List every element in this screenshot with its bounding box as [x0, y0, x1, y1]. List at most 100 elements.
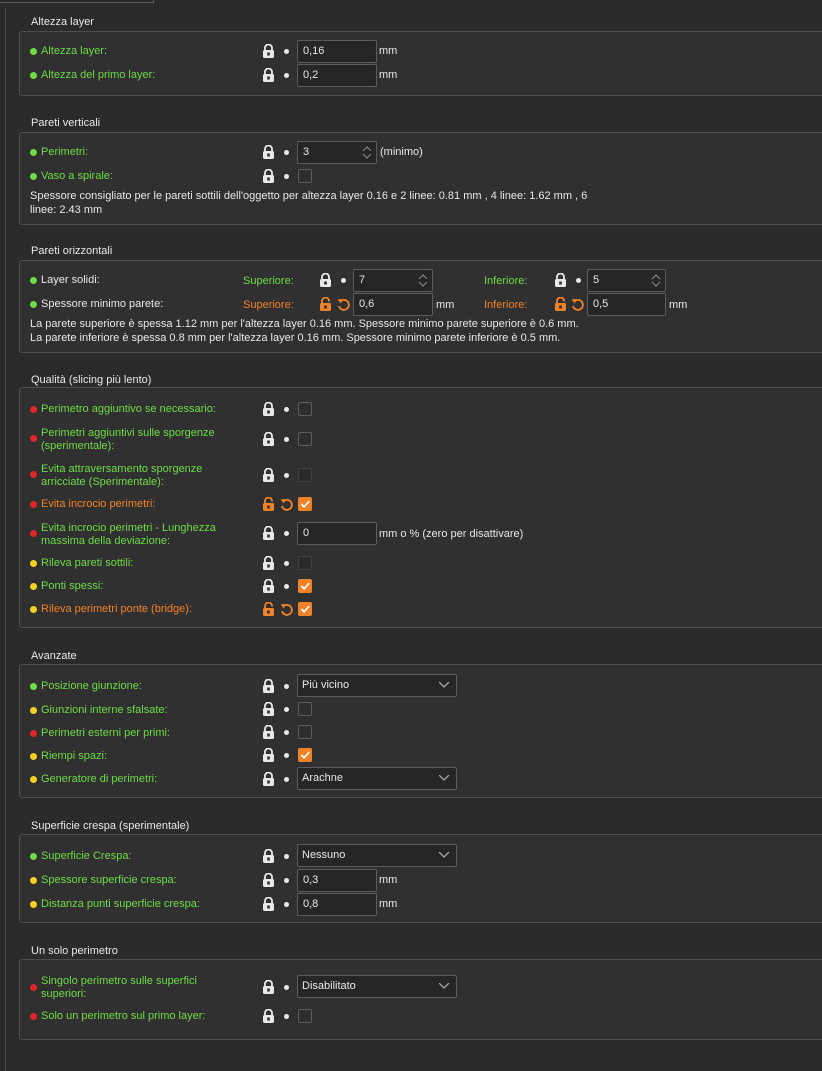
bullet-icon — [30, 984, 37, 991]
thick-bridges-checkbox[interactable] — [298, 579, 312, 593]
first-layer-height-input[interactable]: 0,2 — [297, 64, 377, 87]
lock-closed-icon[interactable] — [262, 579, 275, 593]
lock-closed-icon[interactable] — [262, 556, 275, 570]
lock-closed-icon[interactable] — [262, 1009, 275, 1023]
min-shell-thickness-label: Spessore minimo parete: — [41, 298, 164, 310]
undo-arrow-icon[interactable] — [280, 497, 293, 511]
top-surfaces-single-perimeter-select[interactable]: Disabilitato — [297, 975, 457, 998]
lock-closed-icon[interactable] — [262, 44, 275, 58]
max-detour-unit: mm o % (zero per disattivare) — [379, 528, 524, 540]
first-layer-single-perimeter-checkbox[interactable] — [298, 1009, 312, 1023]
lock-closed-icon[interactable] — [262, 702, 275, 716]
lock-closed-icon[interactable] — [262, 725, 275, 739]
label-line-1: Singolo perimetro sulle superfici — [41, 975, 197, 987]
spin-arrows-icon[interactable] — [650, 272, 662, 289]
fuzzy-skin-select[interactable]: Nessuno — [297, 844, 457, 867]
layer-height-input[interactable]: 0,16 — [297, 40, 377, 63]
lock-open-icon[interactable] — [262, 497, 275, 511]
section-title-vertical-shells: Pareti verticali — [31, 117, 101, 129]
fuzzy-skin-value: Nessuno — [302, 849, 346, 861]
spin-arrows-icon[interactable] — [417, 272, 429, 289]
lock-closed-icon[interactable] — [262, 980, 275, 994]
system-value-dot-icon — [284, 753, 289, 758]
bridge-perimeters-label: Rileva perimetri ponte (bridge): — [41, 603, 193, 615]
extra-perimeters-overhangs-checkbox[interactable] — [298, 432, 312, 446]
system-value-dot-icon — [284, 174, 289, 179]
bullet-icon — [30, 560, 37, 567]
lock-closed-icon[interactable] — [262, 897, 275, 911]
avoid-crossing-perimeters-checkbox[interactable] — [298, 497, 312, 511]
lock-closed-icon[interactable] — [262, 468, 275, 482]
fuzzy-point-distance-input[interactable]: 0,8 — [297, 893, 377, 916]
lock-closed-icon[interactable] — [319, 273, 332, 287]
system-value-dot-icon — [284, 1014, 289, 1019]
bottom-solid-layers-spinner[interactable]: 5 — [587, 269, 666, 292]
chevron-down-icon — [439, 682, 450, 688]
top-solid-layers-spinner[interactable]: 7 — [353, 269, 433, 292]
top-min-thickness-input[interactable]: 0,6 — [353, 293, 433, 316]
lock-closed-icon[interactable] — [262, 526, 275, 540]
top-min-thickness-unit: mm — [436, 299, 455, 311]
system-value-dot-icon — [284, 49, 289, 54]
system-value-dot-icon — [284, 854, 289, 859]
perimeter-generator-value: Arachne — [302, 772, 343, 784]
lock-closed-icon[interactable] — [262, 849, 275, 863]
seam-position-select[interactable]: Più vicino — [297, 674, 457, 697]
checkmark-icon — [300, 605, 310, 613]
lock-closed-icon[interactable] — [262, 679, 275, 693]
bullet-icon — [30, 583, 37, 590]
gap-fill-checkbox[interactable] — [298, 748, 312, 762]
top-solid-layers-value: 7 — [359, 274, 366, 286]
system-value-dot-icon — [284, 531, 289, 536]
lock-closed-icon[interactable] — [554, 273, 567, 287]
spiral-vase-checkbox[interactable] — [298, 169, 312, 183]
layer-height-unit: mm — [379, 45, 398, 57]
lock-open-icon[interactable] — [262, 602, 275, 616]
spin-arrows-icon[interactable] — [361, 144, 373, 161]
first-layer-height-label: Altezza del primo layer: — [41, 69, 156, 81]
perimeters-spinner[interactable]: 3 — [297, 141, 377, 164]
external-first-checkbox[interactable] — [298, 725, 312, 739]
system-value-dot-icon — [576, 278, 581, 283]
bottom-min-thickness-input[interactable]: 0,5 — [587, 293, 666, 316]
tab-outline — [0, 0, 154, 3]
first-layer-height-unit: mm — [379, 69, 398, 81]
lock-open-icon[interactable] — [554, 297, 567, 311]
label-line-2: (sperimentale): — [41, 440, 115, 452]
bullet-icon — [30, 1013, 37, 1020]
fuzzy-thickness-label: Spessore superficie crespa: — [41, 874, 177, 886]
undo-arrow-icon[interactable] — [571, 297, 584, 311]
min-thickness-bottom-label: Inferiore: — [484, 299, 528, 311]
system-value-dot-icon — [284, 561, 289, 566]
avoid-crossing-curled-checkbox[interactable] — [298, 468, 312, 482]
perimeters-value: 3 — [303, 146, 310, 158]
max-detour-input[interactable]: 0 — [297, 522, 377, 545]
spiral-vase-label: Vaso a spirale: — [41, 170, 113, 182]
lock-closed-icon[interactable] — [262, 68, 275, 82]
perimeter-generator-label: Generatore di perimetri: — [41, 773, 158, 785]
bullet-icon — [30, 901, 37, 908]
bottom-solid-layers-value: 5 — [593, 274, 600, 286]
lock-closed-icon[interactable] — [262, 873, 275, 887]
lock-closed-icon[interactable] — [262, 169, 275, 183]
lock-closed-icon[interactable] — [262, 772, 275, 786]
undo-arrow-icon[interactable] — [280, 602, 293, 616]
staggered-seams-checkbox[interactable] — [298, 702, 312, 716]
bridge-perimeters-checkbox[interactable] — [298, 602, 312, 616]
lock-closed-icon[interactable] — [262, 402, 275, 416]
thin-walls-checkbox[interactable] — [298, 556, 312, 570]
undo-arrow-icon[interactable] — [337, 297, 350, 311]
extra-perimeters-checkbox[interactable] — [298, 402, 312, 416]
fuzzy-point-distance-label: Distanza punti superficie crespa: — [41, 898, 200, 910]
lock-closed-icon[interactable] — [262, 432, 275, 446]
seam-position-label: Posizione giunzione: — [41, 680, 142, 692]
fuzzy-thickness-input[interactable]: 0,3 — [297, 869, 377, 892]
lock-closed-icon[interactable] — [262, 748, 275, 762]
checkmark-icon — [300, 582, 310, 590]
lock-closed-icon[interactable] — [262, 145, 275, 159]
perimeters-suffix: (minimo) — [380, 146, 423, 158]
lock-open-icon[interactable] — [319, 297, 332, 311]
bullet-icon — [30, 683, 37, 690]
perimeter-generator-select[interactable]: Arachne — [297, 767, 457, 790]
bullet-icon — [30, 853, 37, 860]
